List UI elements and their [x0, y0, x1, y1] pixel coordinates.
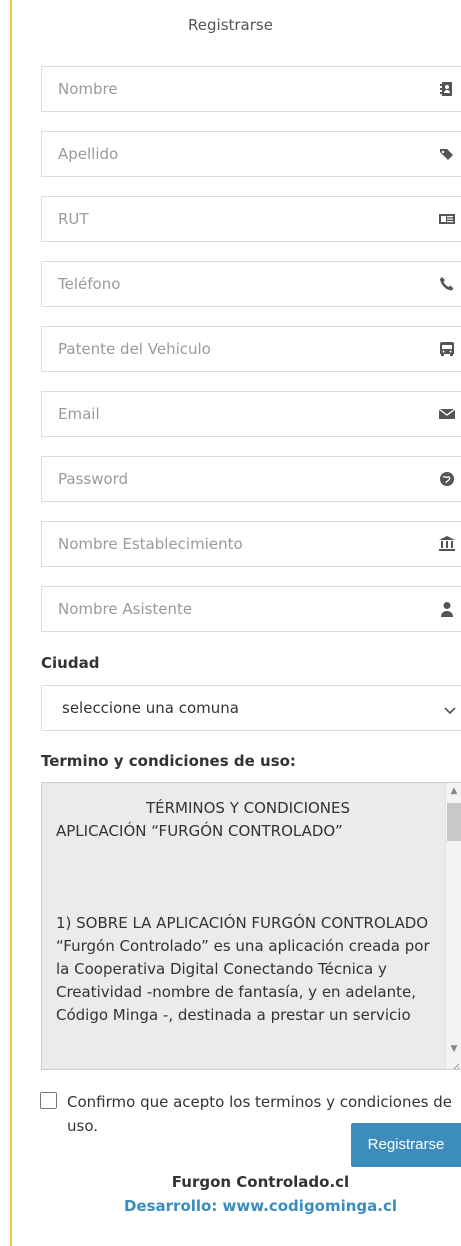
- resize-handle-icon[interactable]: [449, 1057, 460, 1069]
- envelope-icon: [439, 406, 455, 422]
- email-field[interactable]: Email: [41, 391, 461, 437]
- establecimiento-field[interactable]: Nombre Establecimiento: [41, 521, 461, 567]
- terms-label: Termino y condiciones de uso:: [41, 752, 296, 770]
- asistente-placeholder: Nombre Asistente: [58, 600, 193, 618]
- left-accent-rule: [10, 0, 12, 1246]
- ciudad-label: Ciudad: [41, 654, 100, 672]
- password-placeholder: Password: [58, 470, 129, 488]
- telefono-field[interactable]: Teléfono: [41, 261, 461, 307]
- terms-section-1-body: “Furgón Controlado” es una aplicación cr…: [56, 937, 430, 1024]
- accept-terms-checkbox[interactable]: [40, 1092, 57, 1109]
- terms-heading-1: TÉRMINOS Y CONDICIONES: [145, 799, 351, 817]
- chevron-down-icon: [443, 702, 457, 716]
- nombre-field[interactable]: Nombre: [41, 66, 461, 112]
- scroll-up-arrow-icon[interactable]: ▲: [446, 783, 461, 799]
- email-placeholder: Email: [58, 405, 100, 423]
- rut-field[interactable]: RUT: [41, 196, 461, 242]
- telefono-placeholder: Teléfono: [58, 275, 121, 293]
- patente-field[interactable]: Patente del Vehiculo: [41, 326, 461, 372]
- terms-section-1-title: 1) SOBRE LA APLICACIÓN FURGÓN CONTROLADO: [56, 914, 429, 932]
- id-card-icon: [439, 211, 455, 227]
- institution-icon: [439, 536, 455, 552]
- footer-developer-link[interactable]: Desarrollo: www.codigominga.cl: [0, 1197, 461, 1215]
- ciudad-select[interactable]: seleccione una comuna: [41, 685, 461, 731]
- terms-heading-2: APLICACIÓN “FURGÓN CONTROLADO”: [56, 822, 343, 840]
- terms-scrollbar[interactable]: ▲ ▼: [445, 783, 461, 1069]
- bus-icon: [439, 341, 455, 357]
- tags-icon: [439, 146, 455, 162]
- establecimiento-placeholder: Nombre Establecimiento: [58, 535, 243, 553]
- key-globe-icon: [439, 471, 455, 487]
- terms-textarea[interactable]: TÉRMINOS Y CONDICIONES APLICACIÓN “FURGÓ…: [41, 782, 461, 1070]
- phone-icon: [439, 276, 455, 292]
- registrarse-button[interactable]: Registrarse: [351, 1123, 461, 1167]
- user-icon: [439, 601, 455, 617]
- asistente-field[interactable]: Nombre Asistente: [41, 586, 461, 632]
- contact-book-icon: [439, 81, 455, 97]
- ciudad-select-value: seleccione una comuna: [62, 699, 239, 717]
- page-title: Registrarse: [188, 16, 273, 34]
- password-field[interactable]: Password: [41, 456, 461, 502]
- scroll-thumb[interactable]: [447, 803, 461, 841]
- scroll-down-arrow-icon[interactable]: ▼: [446, 1041, 461, 1057]
- rut-placeholder: RUT: [58, 210, 89, 228]
- apellido-placeholder: Apellido: [58, 145, 119, 163]
- footer-brand: Furgon Controlado.cl: [171, 1173, 350, 1191]
- patente-placeholder: Patente del Vehiculo: [58, 340, 211, 358]
- nombre-placeholder: Nombre: [58, 80, 118, 98]
- apellido-field[interactable]: Apellido: [41, 131, 461, 177]
